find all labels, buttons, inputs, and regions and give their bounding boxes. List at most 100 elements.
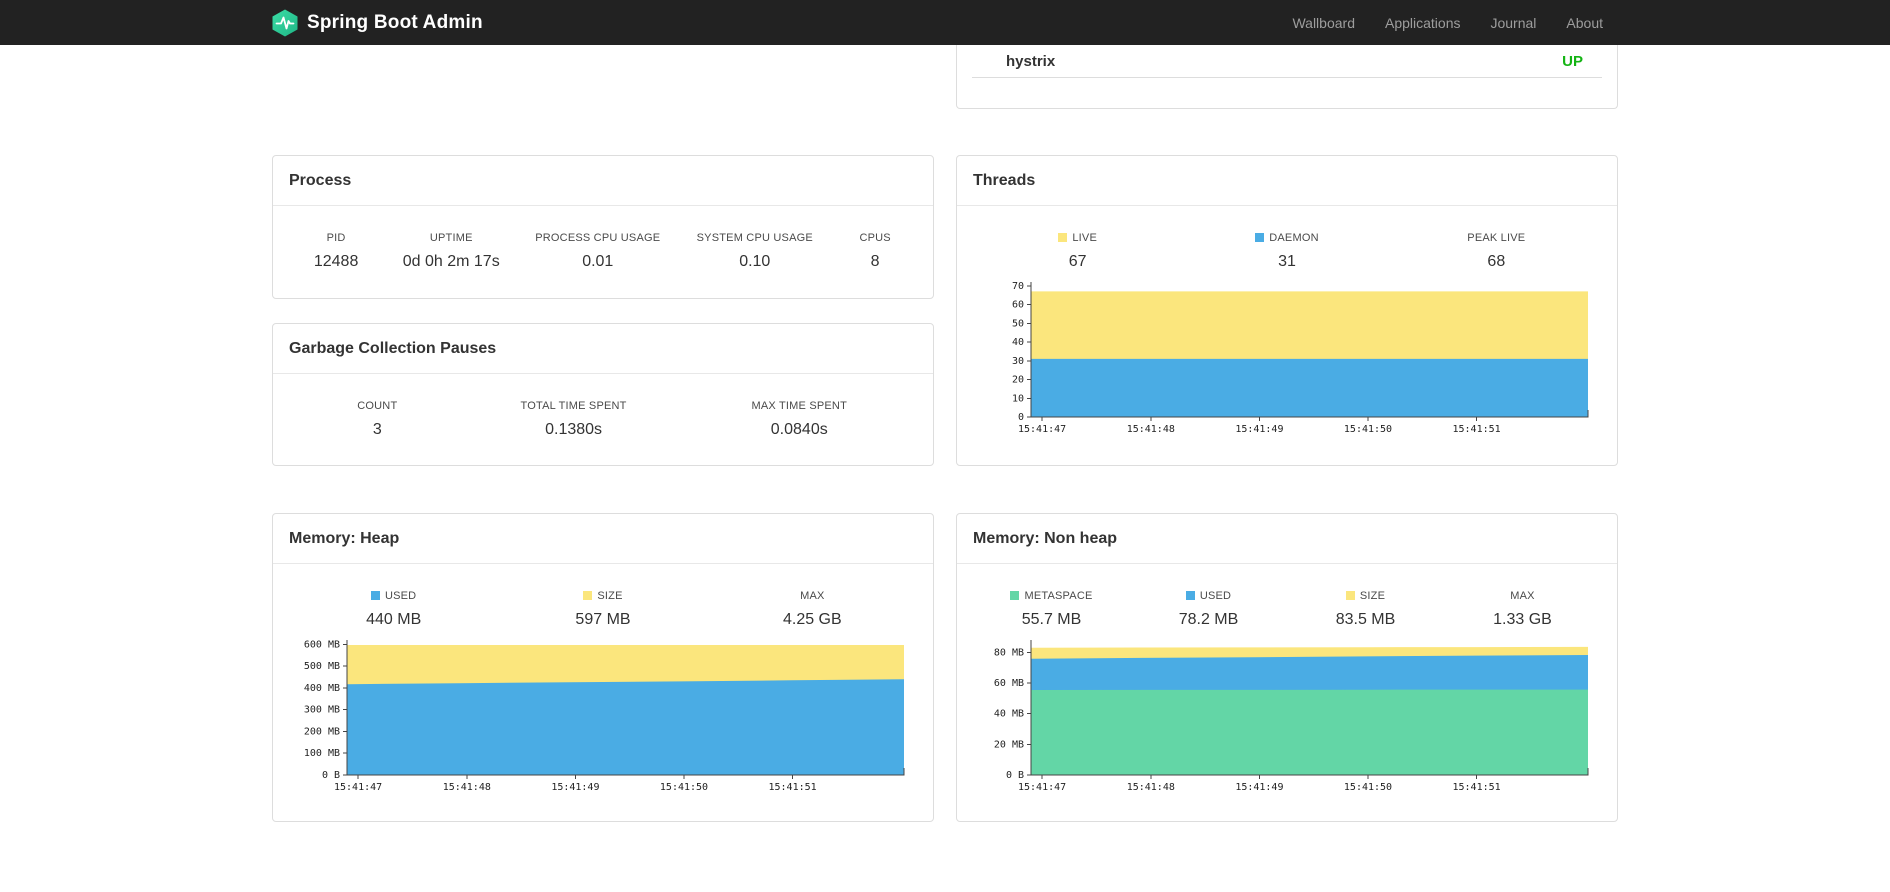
svg-text:15:41:51: 15:41:51 xyxy=(769,782,817,793)
svg-text:15:41:48: 15:41:48 xyxy=(1127,782,1175,793)
svg-text:15:41:47: 15:41:47 xyxy=(1018,424,1066,435)
svg-text:0: 0 xyxy=(1018,412,1024,423)
stat-threads-peak: PEAK LIVE 68 xyxy=(1392,232,1601,271)
application-name[interactable]: hystrix xyxy=(1006,53,1055,70)
daemon-legend-swatch xyxy=(1255,233,1265,242)
stat-value: 83.5 MB xyxy=(1335,611,1396,628)
metaspace-legend-swatch xyxy=(1010,591,1020,600)
svg-text:0 B: 0 B xyxy=(1006,770,1024,781)
stat-value: 68 xyxy=(1487,253,1506,270)
stat-label: SIZE xyxy=(1359,590,1386,602)
process-stats: PID 12488 UPTIME 0d 0h 2m 17s PROCESS CP… xyxy=(273,206,933,271)
main-content: Process PID 12488 UPTIME 0d 0h 2m 17s PR… xyxy=(272,45,1618,822)
stat-heap-used: USED 440 MB xyxy=(289,590,498,629)
stat-threads-live: LIVE 67 xyxy=(973,232,1182,271)
svg-text:0 B: 0 B xyxy=(322,770,340,781)
stat-label: MAX xyxy=(1510,590,1535,602)
chart-area-used xyxy=(347,679,904,775)
stat-value: 440 MB xyxy=(366,611,422,628)
application-row[interactable]: hystrix UP xyxy=(972,45,1602,78)
svg-text:500 MB: 500 MB xyxy=(304,661,340,672)
used-legend-swatch xyxy=(370,591,380,600)
brand-link[interactable]: Spring Boot Admin xyxy=(272,9,483,37)
stat-label: USED xyxy=(384,590,417,602)
stat-process-cpu: PROCESS CPU USAGE 0.01 xyxy=(519,232,676,271)
stat-value: 8 xyxy=(870,253,880,270)
left-column: Process PID 12488 UPTIME 0d 0h 2m 17s PR… xyxy=(272,45,934,822)
stat-value: 0.1380s xyxy=(545,421,603,438)
svg-text:600 MB: 600 MB xyxy=(304,639,340,650)
stat-value: 4.25 GB xyxy=(782,611,842,628)
nonheap-stats: METASPACE 55.7 MB USED 78.2 MB SIZE 83.5… xyxy=(957,564,1617,629)
stat-label: USED xyxy=(1199,590,1232,602)
stat-value: 597 MB xyxy=(575,611,631,628)
navbar-container: Spring Boot Admin Wallboard Applications… xyxy=(272,0,1618,45)
stat-nonheap-max: MAX 1.33 GB xyxy=(1444,590,1601,629)
stat-label: MAX TIME SPENT xyxy=(751,400,847,412)
svg-text:70: 70 xyxy=(1012,281,1024,292)
svg-text:15:41:50: 15:41:50 xyxy=(1344,424,1392,435)
brand-title: Spring Boot Admin xyxy=(307,11,483,33)
heap-panel-title: Memory: Heap xyxy=(273,514,933,564)
stat-label: PID xyxy=(326,232,346,244)
threads-panel-title: Threads xyxy=(957,156,1617,206)
nonheap-memory-chart: 0 B 20 MB 40 MB 60 MB 80 MB 15:41:47 15:41:48 1… xyxy=(985,634,1616,800)
process-panel-title: Process xyxy=(273,156,933,206)
stat-pid: PID 12488 xyxy=(289,232,383,271)
svg-text:15:41:50: 15:41:50 xyxy=(660,782,708,793)
stat-value: 3 xyxy=(372,421,382,438)
stat-label: UPTIME xyxy=(429,232,473,244)
nav-link-wallboard[interactable]: Wallboard xyxy=(1277,15,1370,31)
stat-label: SIZE xyxy=(597,590,623,602)
right-column: hystrix UP Threads LIVE 67 DAEMON 31 PEA… xyxy=(956,45,1618,822)
nav-link-about[interactable]: About xyxy=(1551,15,1618,31)
stat-value: 0.01 xyxy=(582,253,614,270)
svg-text:15:41:49: 15:41:49 xyxy=(1235,424,1283,435)
threads-panel: Threads LIVE 67 DAEMON 31 PEAK LIVE 68 0… xyxy=(956,155,1618,466)
svg-text:15:41:47: 15:41:47 xyxy=(334,782,382,793)
process-panel: Process PID 12488 UPTIME 0d 0h 2m 17s PR… xyxy=(272,155,934,299)
svg-text:30: 30 xyxy=(1012,356,1024,367)
svg-text:40: 40 xyxy=(1012,337,1024,348)
threads-stats: LIVE 67 DAEMON 31 PEAK LIVE 68 xyxy=(957,206,1617,271)
svg-text:400 MB: 400 MB xyxy=(304,683,340,694)
used-legend-swatch xyxy=(1185,591,1195,600)
svg-text:15:41:48: 15:41:48 xyxy=(443,782,491,793)
heap-memory-panel: Memory: Heap USED 440 MB SIZE 597 MB MAX… xyxy=(272,513,934,822)
stat-label: CPUS xyxy=(859,232,891,244)
nav-link-journal[interactable]: Journal xyxy=(1475,15,1551,31)
svg-text:15:41:50: 15:41:50 xyxy=(1344,782,1392,793)
stat-value: 0d 0h 2m 17s xyxy=(402,253,500,270)
stat-value: 67 xyxy=(1068,253,1087,270)
stat-cpus: CPUS 8 xyxy=(833,232,917,271)
svg-text:15:41:48: 15:41:48 xyxy=(1127,424,1175,435)
svg-text:300 MB: 300 MB xyxy=(304,705,340,716)
chart-area-metaspace xyxy=(1031,689,1588,775)
threads-chart: 0 10 20 30 40 50 60 70 15:41:47 15:41:48 15:41:49 1… xyxy=(985,276,1616,442)
stat-value: 1.33 GB xyxy=(1493,611,1552,628)
gc-pauses-panel: Garbage Collection Pauses COUNT 3 TOTAL … xyxy=(272,323,934,466)
gc-stats: COUNT 3 TOTAL TIME SPENT 0.1380s MAX TIM… xyxy=(273,374,933,439)
svg-text:15:41:47: 15:41:47 xyxy=(1018,782,1066,793)
nav-links: Wallboard Applications Journal About xyxy=(1277,15,1618,31)
nav-link-applications[interactable]: Applications xyxy=(1370,15,1476,31)
stat-label: COUNT xyxy=(357,400,398,412)
svg-text:15:41:49: 15:41:49 xyxy=(1235,782,1283,793)
svg-text:20 MB: 20 MB xyxy=(994,739,1024,750)
stat-value: 31 xyxy=(1278,253,1296,270)
svg-text:60 MB: 60 MB xyxy=(994,678,1024,689)
size-legend-swatch xyxy=(583,591,593,600)
stat-value: 0.0840s xyxy=(770,421,828,438)
svg-text:15:41:51: 15:41:51 xyxy=(1453,424,1501,435)
top-navbar: Spring Boot Admin Wallboard Applications… xyxy=(0,0,1890,45)
stat-value: 55.7 MB xyxy=(1021,611,1082,628)
application-status-badge: UP xyxy=(1562,53,1583,70)
svg-text:20: 20 xyxy=(1012,375,1024,386)
stat-heap-max: MAX 4.25 GB xyxy=(708,590,917,629)
svg-text:40 MB: 40 MB xyxy=(994,709,1024,720)
stat-system-cpu: SYSTEM CPU USAGE 0.10 xyxy=(676,232,833,271)
stat-label: METASPACE xyxy=(1024,590,1093,602)
chart-area-daemon xyxy=(1031,358,1588,417)
stat-gc-max-time: MAX TIME SPENT 0.0840s xyxy=(682,400,918,439)
stat-label: DAEMON xyxy=(1269,232,1319,244)
